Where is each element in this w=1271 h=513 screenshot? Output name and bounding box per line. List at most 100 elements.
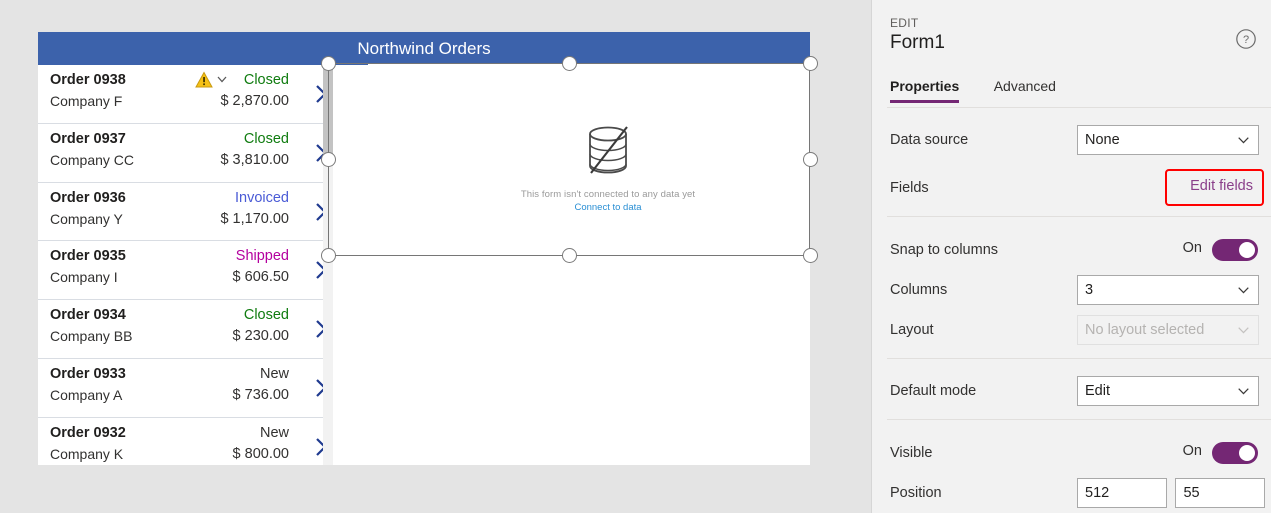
divider-below-tabs: [887, 107, 1271, 108]
gallery-item-bottom-row: Company I $ 606.50: [50, 269, 311, 290]
order-company: Company I: [50, 269, 118, 286]
order-amount: $ 3,810.00: [220, 151, 289, 168]
app-root: Northwind Orders Order 0938 Closed Compa…: [0, 0, 1271, 513]
orders-gallery[interactable]: Order 0938 Closed Company F $ 2,870.00 O…: [38, 65, 327, 465]
toggle-knob: [1239, 242, 1255, 258]
data-source-dropdown[interactable]: None: [1077, 125, 1259, 155]
order-title: Order 0933: [50, 365, 126, 382]
order-title: Order 0932: [50, 424, 126, 441]
connect-to-data-link[interactable]: Connect to data: [368, 202, 810, 213]
screen-header-bar[interactable]: Northwind Orders: [38, 32, 810, 65]
order-title: Order 0934: [50, 307, 126, 324]
row-position: Position 512 55: [872, 473, 1271, 513]
columns-dropdown[interactable]: 3: [1077, 275, 1259, 305]
pane-title: Form1: [890, 32, 945, 53]
data-source-value: None: [1085, 132, 1120, 148]
gallery-item[interactable]: Order 0936 Invoiced Company Y $ 1,170.00: [38, 183, 327, 242]
visible-toggle[interactable]: [1212, 442, 1258, 464]
gallery-scrollbar[interactable]: [323, 65, 333, 465]
gallery-item[interactable]: Order 0937 Closed Company CC $ 3,810.00: [38, 124, 327, 183]
warning-icon[interactable]: [195, 71, 231, 89]
fields-label: Fields: [890, 180, 929, 196]
order-company: Company Y: [50, 210, 123, 227]
gallery-item-top-row: Order 0936 Invoiced: [50, 190, 311, 211]
order-status: Shipped: [235, 248, 289, 265]
order-amount: $ 2,870.00: [220, 93, 289, 109]
pane-tabs: Properties Advanced: [890, 78, 1260, 106]
layout-dropdown: No layout selected: [1077, 315, 1259, 345]
gallery-item-bottom-row: Company BB $ 230.00: [50, 328, 311, 349]
columns-value: 3: [1085, 282, 1094, 298]
resize-handle-middle-right[interactable]: [803, 152, 818, 167]
toggle-knob: [1239, 445, 1255, 461]
gallery-item-bottom-row: Company K $ 800.00: [50, 446, 311, 465]
data-source-control: None: [1077, 125, 1259, 155]
resize-handle-middle-left[interactable]: [321, 152, 336, 167]
gallery-item-top-row: Order 0935 Shipped: [50, 248, 311, 269]
order-company: Company K: [50, 445, 124, 462]
chevron-down-icon: [1238, 137, 1249, 144]
form-empty-message: This form isn't connected to any data ye…: [520, 189, 696, 200]
gallery-item[interactable]: Order 0932 New Company K $ 800.00: [38, 418, 327, 465]
snap-to-columns-toggle[interactable]: [1212, 239, 1258, 261]
order-amount: $ 736.00: [232, 386, 289, 403]
order-status: Closed: [243, 130, 289, 147]
resize-handle-top-right[interactable]: [803, 56, 818, 71]
default-mode-dropdown[interactable]: Edit: [1077, 376, 1259, 406]
row-visible: Visible On: [872, 433, 1271, 473]
order-status: Closed: [243, 72, 289, 88]
gallery-scroll-thumb[interactable]: [323, 67, 333, 165]
order-company: Company A: [50, 386, 123, 403]
resize-handle-top-center[interactable]: [562, 56, 577, 71]
order-amount: $ 606.50: [232, 269, 289, 286]
gallery-item[interactable]: Order 0935 Shipped Company I $ 606.50: [38, 241, 327, 301]
gallery-item[interactable]: Order 0934 Closed Company BB $ 230.00: [38, 300, 327, 359]
row-default-mode: Default mode Edit: [872, 371, 1271, 411]
position-x-input[interactable]: 512: [1077, 478, 1167, 508]
resize-handle-bottom-right[interactable]: [803, 248, 818, 263]
gallery-item-top-row: Order 0933 New: [50, 366, 311, 387]
data-source-label: Data source: [890, 132, 969, 148]
row-columns: Columns 3: [872, 270, 1271, 310]
order-status: New: [259, 365, 289, 382]
chevron-down-icon: [1238, 287, 1249, 294]
order-title: Order 0937: [50, 130, 126, 147]
order-company: Company BB: [50, 328, 133, 345]
order-title: Order 0935: [50, 248, 126, 265]
default-mode-label: Default mode: [890, 383, 977, 399]
screen-header-title: Northwind Orders: [357, 39, 491, 58]
order-amount: $ 1,170.00: [220, 210, 289, 227]
resize-handle-bottom-left[interactable]: [321, 248, 336, 263]
row-layout: Layout No layout selected: [872, 310, 1271, 350]
order-amount: $ 230.00: [232, 328, 289, 345]
app-screen-canvas[interactable]: Northwind Orders Order 0938 Closed Compa…: [38, 32, 810, 465]
resize-handle-bottom-center[interactable]: [562, 248, 577, 263]
edit-form-control[interactable]: This form isn't connected to any data ye…: [368, 63, 810, 465]
help-button[interactable]: ?: [1235, 28, 1257, 50]
snap-to-columns-state: On: [1182, 240, 1202, 256]
position-y-input[interactable]: 55: [1175, 478, 1266, 508]
gallery-item[interactable]: Order 0933 New Company A $ 736.00: [38, 359, 327, 418]
gallery-item[interactable]: Order 0938 Closed Company F $ 2,870.00: [38, 65, 327, 124]
svg-text:?: ?: [1243, 34, 1249, 46]
fields-control: Edit fields: [1077, 171, 1259, 201]
gallery-item-top-row: Order 0932 New: [50, 425, 311, 446]
layout-value: No layout selected: [1085, 322, 1205, 338]
default-mode-value: Edit: [1085, 383, 1110, 399]
columns-control: 3: [1077, 275, 1259, 305]
gallery-item-top-row: Order 0937 Closed: [50, 131, 311, 152]
tab-properties[interactable]: Properties: [890, 78, 960, 103]
edit-fields-button[interactable]: Edit fields: [1184, 178, 1259, 194]
visible-label: Visible: [890, 445, 933, 461]
chevron-down-icon: [1238, 327, 1249, 334]
resize-handle-top-left[interactable]: [321, 56, 336, 71]
default-mode-control: Edit: [1077, 376, 1259, 406]
designer-workspace: Northwind Orders Order 0938 Closed Compa…: [0, 0, 870, 513]
order-company: Company F: [50, 93, 123, 109]
tab-advanced[interactable]: Advanced: [994, 78, 1056, 103]
gallery-item-bottom-row: Company Y $ 1,170.00: [50, 211, 311, 232]
divider-below-layout: [887, 358, 1271, 359]
gallery-item-top-row: Order 0938 Closed: [50, 71, 311, 93]
columns-label: Columns: [890, 282, 948, 298]
pane-eyebrow-label: EDIT: [890, 16, 919, 30]
